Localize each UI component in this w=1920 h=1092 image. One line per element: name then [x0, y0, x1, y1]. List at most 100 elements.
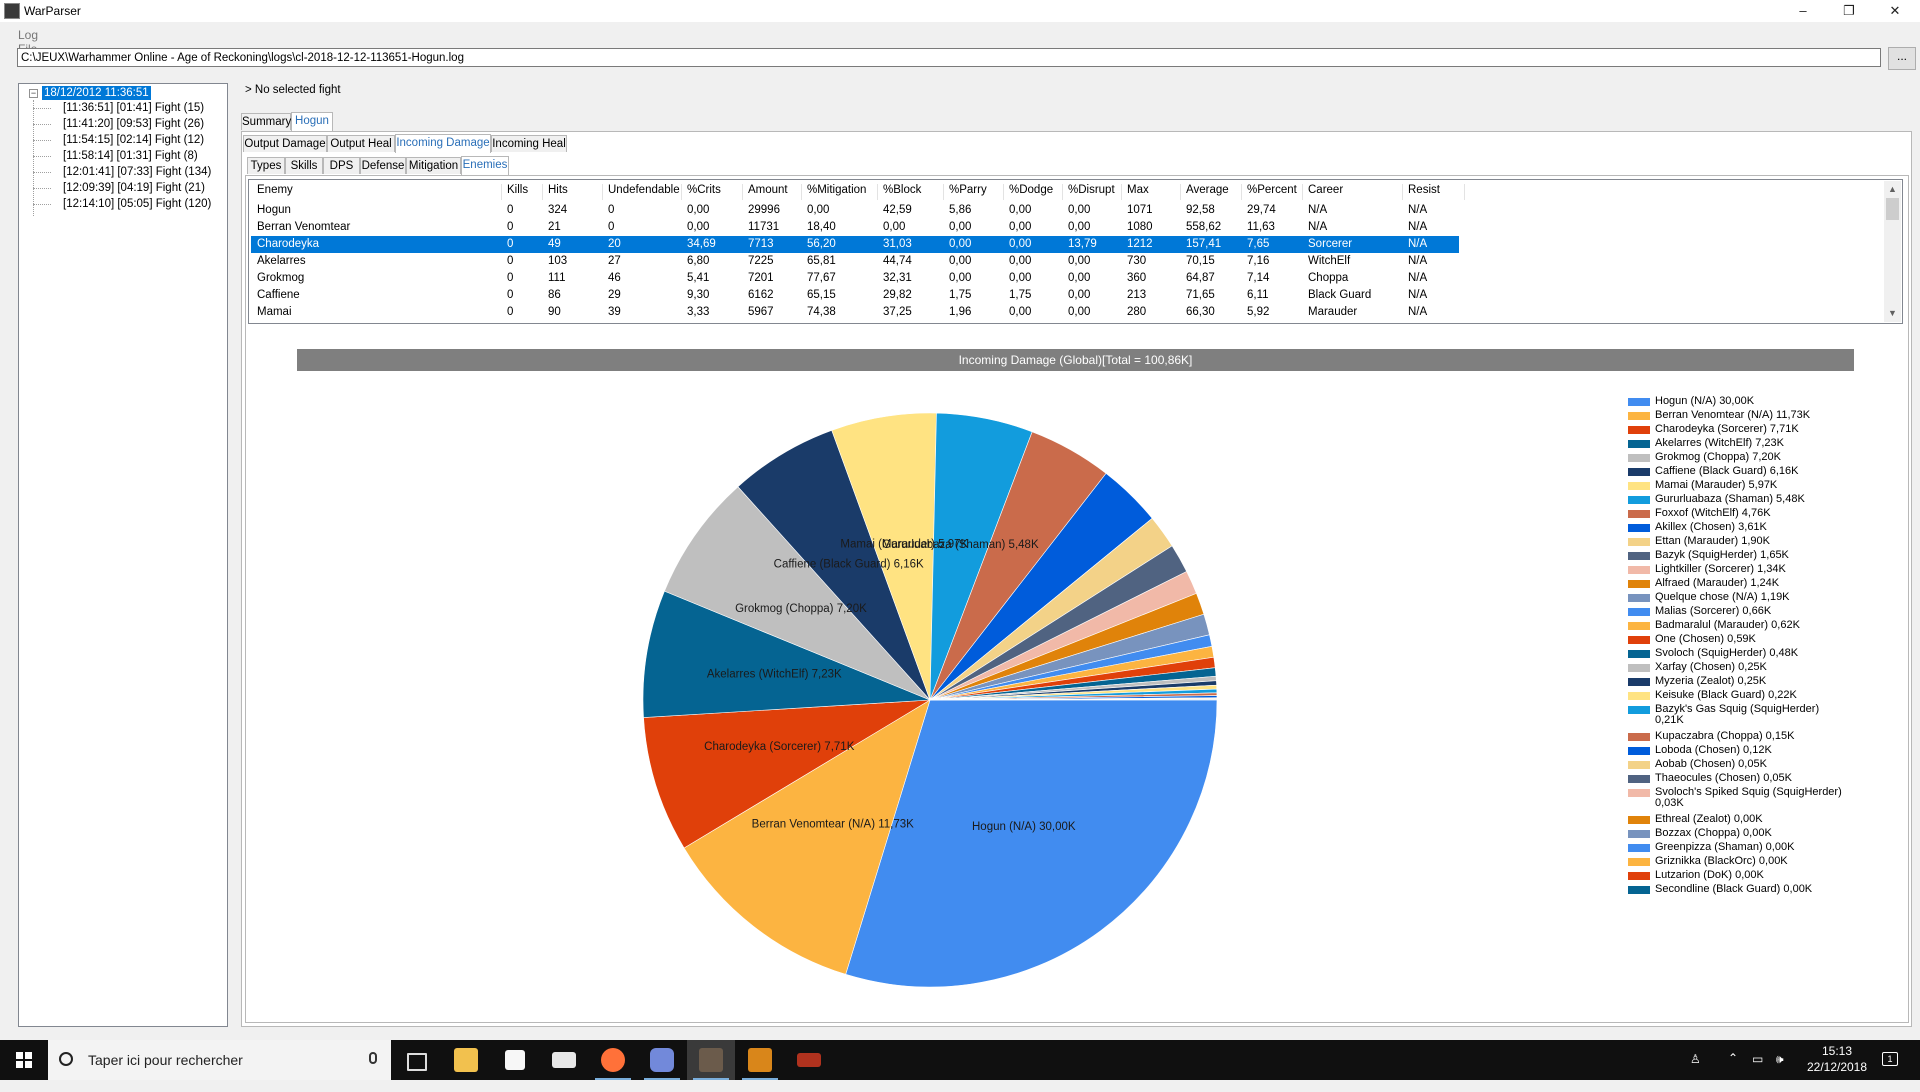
- scroll-thumb[interactable]: [1886, 198, 1899, 220]
- legend-swatch: [1628, 580, 1650, 588]
- table-row[interactable]: Charodeyka 0 49 20 34,69 7713 56,20 31,03 0,00 0,…: [251, 236, 1459, 253]
- column-header[interactable]: Amount: [748, 184, 802, 200]
- people-icon[interactable]: ♙: [1690, 1052, 1701, 1092]
- browse-button[interactable]: ...: [1888, 47, 1916, 70]
- column-header[interactable]: Average: [1186, 184, 1242, 200]
- tree-item-label[interactable]: [11:58:14] [01:31] Fight (8): [63, 149, 198, 163]
- table-row[interactable]: Grokmog 0 111 46 5,41 7201 77,67 32,31 0,00 0,00 0…: [251, 270, 1459, 287]
- legend-swatch: [1628, 566, 1650, 574]
- tab-incoming-heal[interactable]: Incoming Heal: [491, 135, 567, 152]
- tree-root-label[interactable]: 18/12/2012 11:36:51: [42, 86, 151, 100]
- table-cell: 29,82: [883, 289, 912, 301]
- tree-item-label[interactable]: [11:54:15] [02:14] Fight (12): [63, 133, 204, 147]
- maximize-button[interactable]: ❐: [1826, 0, 1872, 22]
- legend-swatch: [1628, 426, 1650, 434]
- store-icon[interactable]: [491, 1040, 539, 1080]
- tab-output-damage[interactable]: Output Damage: [243, 135, 327, 152]
- tree-item-label[interactable]: [11:36:51] [01:41] Fight (15): [63, 101, 204, 115]
- legend-label: Ethreal (Zealot) 0,00K: [1655, 813, 1763, 825]
- tree-item-label[interactable]: [12:01:41] [07:33] Fight (134): [63, 165, 211, 179]
- collapse-toggle-icon[interactable]: −: [29, 89, 38, 98]
- tab-incoming-damage[interactable]: Incoming Damage: [395, 134, 491, 153]
- table-cell: 0,00: [949, 221, 972, 233]
- column-header[interactable]: %Disrupt: [1068, 184, 1122, 200]
- table-cell: 360: [1127, 272, 1147, 284]
- column-header[interactable]: Career: [1308, 184, 1403, 200]
- table-cell: 29,74: [1247, 204, 1276, 216]
- column-header[interactable]: %Mitigation: [807, 184, 878, 200]
- tab-hogun[interactable]: Hogun: [291, 112, 333, 131]
- tab-mitigation[interactable]: Mitigation: [406, 157, 461, 174]
- tree-item-label[interactable]: [12:14:10] [05:05] Fight (120): [63, 197, 211, 211]
- table-cell: 0,00: [687, 204, 710, 216]
- start-button[interactable]: [0, 1040, 48, 1080]
- table-cell: 0,00: [883, 221, 906, 233]
- tab-types[interactable]: Types: [247, 157, 285, 174]
- legend-label: Malias (Sorcerer) 0,66K: [1655, 605, 1772, 617]
- scroll-down-icon[interactable]: ▼: [1884, 305, 1901, 322]
- taskbar-search[interactable]: Taper ici pour rechercher: [48, 1040, 391, 1080]
- tray-chevron-icon[interactable]: ⌃: [1728, 1051, 1738, 1091]
- pie-slice-label: Caffiene (Black Guard) 6,16K: [774, 559, 924, 571]
- table-cell: 86: [548, 289, 561, 301]
- tab-defense[interactable]: Defense: [360, 157, 406, 174]
- table-row[interactable]: Caffiene 0 86 29 9,30 6162 65,15 29,82 1,75 1,75 0…: [251, 287, 1459, 304]
- column-header[interactable]: %Dodge: [1009, 184, 1063, 200]
- volume-icon[interactable]: 🕪: [1776, 1052, 1784, 1092]
- legend-swatch: [1628, 816, 1650, 824]
- task-view-icon[interactable]: [392, 1040, 440, 1080]
- legend-swatch: [1628, 886, 1650, 894]
- tab-summary[interactable]: Summary: [241, 113, 291, 130]
- column-header[interactable]: %Percent: [1247, 184, 1303, 200]
- notification-icon[interactable]: 1: [1882, 1052, 1898, 1066]
- mail-icon[interactable]: [540, 1040, 588, 1080]
- table-row[interactable]: Berran Venomtear 0 21 0 0,00 11731 18,40 0,00 0,…: [251, 219, 1459, 236]
- tree-item-label[interactable]: [12:09:39] [04:19] Fight (21): [63, 181, 205, 195]
- table-row[interactable]: Hogun 0 324 0 0,00 29996 0,00 42,59 5,86 0,00 0,00…: [251, 202, 1459, 219]
- enemies-table[interactable]: Enemy Kills Hits Undefendable %Crits Amount %M…: [248, 179, 1903, 324]
- discord-icon[interactable]: [638, 1040, 686, 1080]
- table-cell: N/A: [1408, 204, 1428, 216]
- column-header[interactable]: %Parry: [949, 184, 1004, 200]
- table-scrollbar[interactable]: ▲ ▼: [1884, 181, 1901, 322]
- log-path-input[interactable]: [17, 48, 1881, 67]
- clock-time: 15:13: [1821, 1044, 1853, 1058]
- column-header[interactable]: Enemy: [257, 184, 502, 200]
- fight-tree[interactable]: − 18/12/2012 11:36:51 [11:36:51] [01:41]…: [18, 83, 228, 1027]
- minimize-button[interactable]: –: [1780, 0, 1826, 22]
- table-cell: Caffiene: [257, 289, 300, 301]
- table-cell: 65,15: [807, 289, 836, 301]
- network-icon[interactable]: ▭: [1752, 1052, 1763, 1092]
- microphone-icon[interactable]: [369, 1052, 377, 1064]
- tree-item-label[interactable]: [11:41:20] [09:53] Fight (26): [63, 117, 204, 131]
- table-row[interactable]: Akelarres 0 103 27 6,80 7225 65,81 44,74 0,00 0,0…: [251, 253, 1459, 270]
- table-cell: 5967: [748, 306, 774, 318]
- close-button[interactable]: ✕: [1872, 0, 1918, 22]
- firefox-icon[interactable]: [589, 1040, 637, 1080]
- scroll-up-icon[interactable]: ▲: [1884, 181, 1901, 198]
- war-launcher-icon[interactable]: [785, 1040, 833, 1080]
- table-cell: Mamai: [257, 306, 292, 318]
- tab-output-heal[interactable]: Output Heal: [327, 135, 395, 152]
- pie-slice-label: Hogun (N/A) 30,00K: [972, 821, 1076, 833]
- taskbar-clock[interactable]: 15:13 22/12/2018: [1800, 1043, 1874, 1075]
- rift-launcher-icon[interactable]: [736, 1040, 784, 1080]
- warparser-taskbar-icon[interactable]: [687, 1040, 735, 1080]
- file-explorer-icon[interactable]: [442, 1040, 490, 1080]
- legend-label: Aobab (Chosen) 0,05K: [1655, 758, 1767, 770]
- table-cell: 0,00: [1009, 221, 1032, 233]
- tab-dps[interactable]: DPS: [323, 157, 360, 174]
- legend-swatch: [1628, 538, 1650, 546]
- column-header[interactable]: Hits: [548, 184, 603, 200]
- table-row[interactable]: Mamai 0 90 39 3,33 5967 74,38 37,25 1,96 0,00 0,00…: [251, 304, 1459, 321]
- column-header[interactable]: Resist: [1408, 184, 1465, 200]
- tab-skills[interactable]: Skills: [285, 157, 323, 174]
- column-header[interactable]: %Block: [883, 184, 944, 200]
- legend-label: Gururluabaza (Shaman) 5,48K: [1655, 493, 1805, 505]
- column-header[interactable]: Kills: [507, 184, 543, 200]
- column-header[interactable]: %Crits: [687, 184, 743, 200]
- tab-enemies[interactable]: Enemies: [461, 156, 509, 175]
- table-cell: 20: [608, 238, 621, 250]
- column-header[interactable]: Max: [1127, 184, 1181, 200]
- column-header[interactable]: Undefendable: [608, 184, 682, 200]
